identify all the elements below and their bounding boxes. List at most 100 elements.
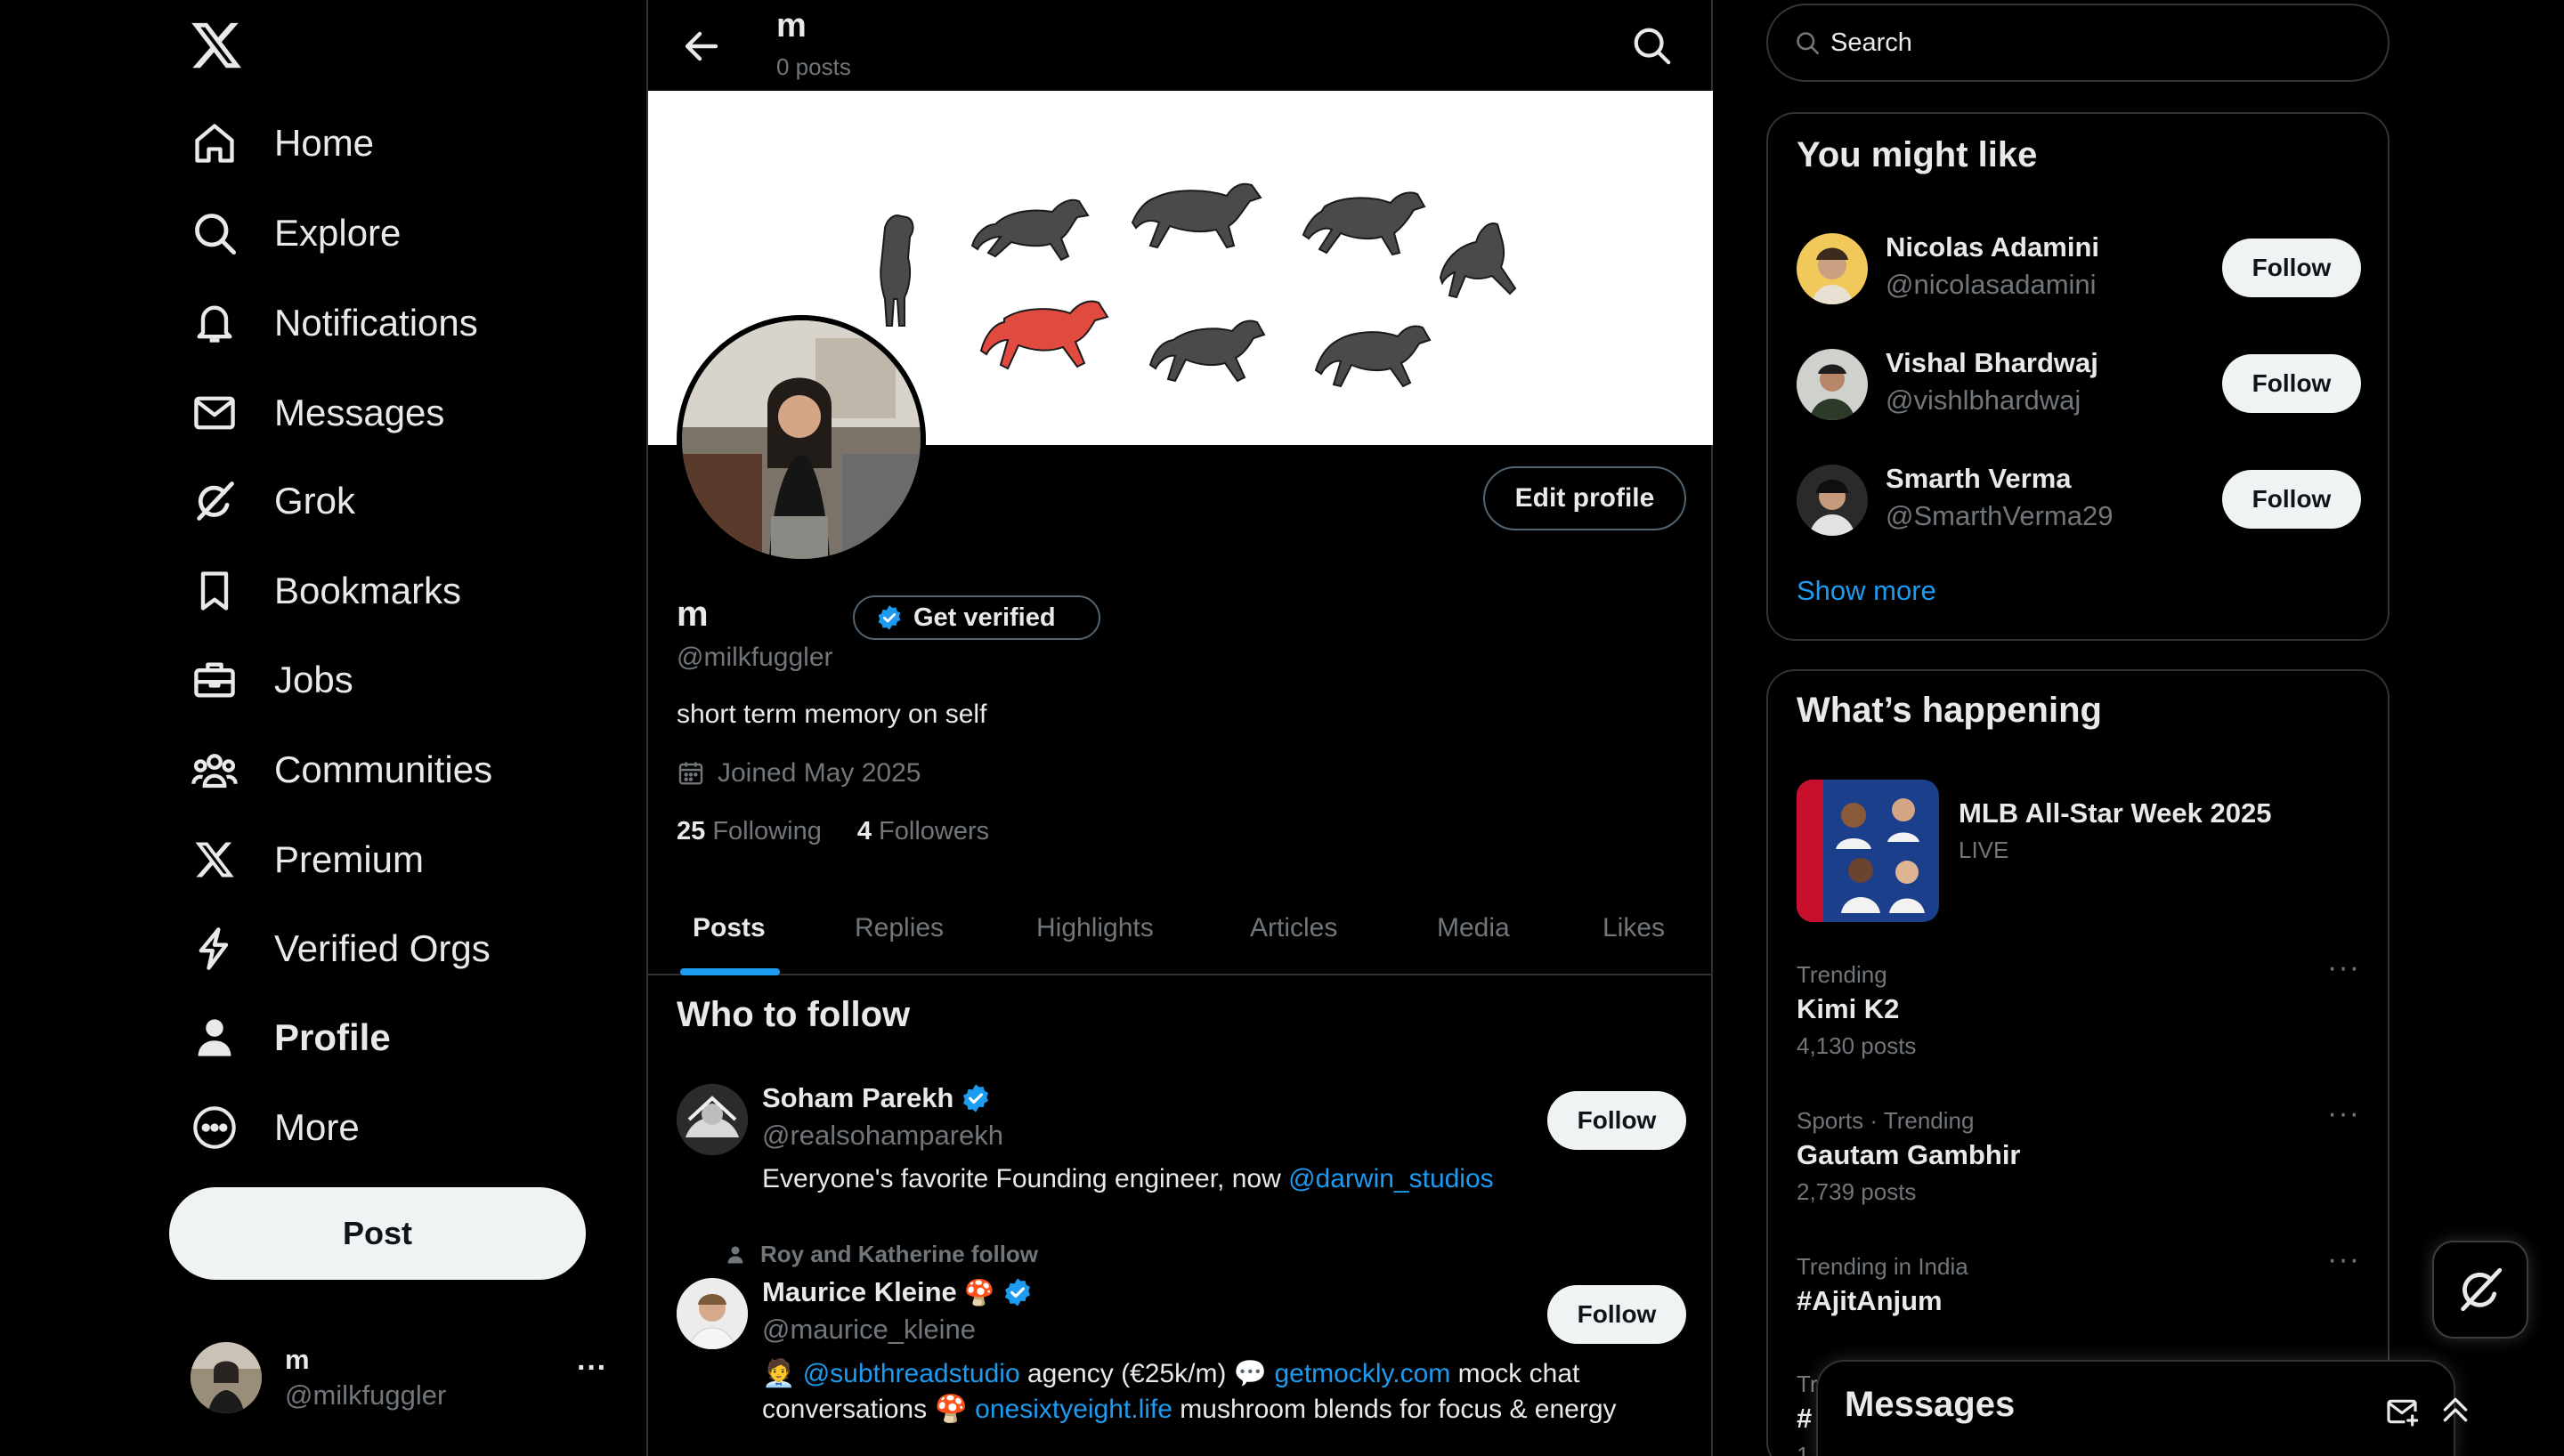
following-link[interactable]: 25 Following (677, 817, 822, 846)
trend-item[interactable]: Trending Kimi K2 4,130 posts ··· (1768, 950, 2388, 1084)
trend-context: Trending in India (1797, 1253, 1968, 1280)
followers-count: 4 (856, 817, 872, 845)
nav-label: Notifications (274, 302, 478, 344)
suggestion-row[interactable]: Smarth Verma @SmarthVerma29 Follow (1768, 449, 2388, 555)
person-icon (191, 1014, 239, 1062)
search-icon[interactable] (1631, 25, 1672, 66)
trend-post-count: 1 (1797, 1442, 1810, 1456)
person-icon (725, 1244, 746, 1266)
suggestion-handle: @nicolasadamini (1886, 269, 2097, 300)
show-more-link[interactable]: Show more (1797, 575, 1936, 607)
briefcase-icon (191, 656, 239, 704)
follow-suggestion[interactable]: Soham Parekh @realsohamparekh Everyone's… (648, 1068, 1713, 1219)
nav-explore[interactable]: Explore (182, 193, 422, 273)
tab-media[interactable]: Media (1437, 881, 1510, 975)
follow-button[interactable]: Follow (2222, 354, 2361, 413)
lightning-icon (191, 925, 239, 973)
followers-link[interactable]: 4 Followers (857, 817, 989, 846)
messages-drawer[interactable]: Messages (1816, 1360, 2468, 1456)
nav-label: Bookmarks (274, 570, 462, 611)
follow-button[interactable]: Follow (2222, 239, 2361, 297)
suggestion-row[interactable]: Nicolas Adamini @nicolasadamini Follow (1768, 217, 2388, 324)
tab-highlights[interactable]: Highlights (1036, 881, 1154, 975)
nav-premium[interactable]: Premium (182, 820, 445, 900)
trend-title: #AjitAnjum (1797, 1285, 1943, 1316)
suggestion-name: Soham Parekh (762, 1082, 954, 1113)
collapse-chevrons-icon[interactable] (2438, 1392, 2473, 1428)
header-posts-count: 0 posts (776, 53, 851, 80)
featured-event[interactable]: MLB All-Star Week 2025 LIVE (1768, 774, 2388, 926)
following-label: Following (712, 817, 822, 845)
get-verified-label: Get verified (913, 603, 1056, 632)
suggestion-name: Vishal Bhardwaj (1886, 347, 2098, 378)
more-dots-icon[interactable]: ··· (2327, 950, 2360, 985)
more-dots-icon[interactable]: ··· (2327, 1242, 2360, 1277)
nav-home[interactable]: Home (182, 103, 395, 183)
suggestion-bio-line-1: 🧑‍💼 @subthreadstudio agency (€25k/m) 💬 g… (762, 1358, 1579, 1389)
nav-jobs[interactable]: Jobs (182, 640, 375, 720)
nav-verified-orgs[interactable]: Verified Orgs (182, 909, 512, 989)
social-context: Roy and Katherine follow (725, 1241, 1038, 1268)
tab-likes[interactable]: Likes (1602, 881, 1665, 975)
back-arrow-icon[interactable] (680, 25, 723, 68)
trend-context: Tr (1797, 1371, 1818, 1397)
grok-floating-button[interactable] (2432, 1241, 2528, 1339)
nav-profile[interactable]: Profile (182, 998, 412, 1078)
header-profile-name: m (776, 7, 807, 44)
nav-label: Profile (274, 1016, 391, 1058)
nav-more[interactable]: More (182, 1088, 381, 1168)
bio-text: Everyone's favorite Founding engineer, n… (762, 1164, 1289, 1193)
follow-button[interactable]: Follow (1547, 1285, 1686, 1344)
x-logo-icon[interactable] (189, 18, 244, 73)
suggestion-name: Smarth Verma (1886, 463, 2072, 494)
bio-mention-link[interactable]: @darwin_studios (1288, 1164, 1494, 1193)
bio-mention-link[interactable]: @subthreadstudio (803, 1359, 1020, 1388)
who-to-follow-title: Who to follow (677, 995, 911, 1034)
suggestion-name: Maurice Kleine (762, 1276, 957, 1307)
account-switcher[interactable]: m @milkfuggler ··· (191, 1339, 618, 1413)
follow-button[interactable]: Follow (1547, 1091, 1686, 1150)
bio-text: mock chat (1450, 1359, 1580, 1388)
get-verified-button[interactable]: Get verified (853, 595, 1100, 640)
avatar (677, 1278, 748, 1349)
bio-url-link[interactable]: onesixtyeight.life (975, 1395, 1172, 1424)
suggestion-name-row: Soham Parekh (762, 1082, 991, 1114)
tab-articles[interactable]: Articles (1250, 881, 1337, 975)
profile-avatar[interactable] (677, 315, 926, 564)
followers-label: Followers (879, 817, 990, 845)
grok-icon (2454, 1264, 2506, 1315)
new-message-icon[interactable] (2384, 1394, 2420, 1429)
bio-url-link[interactable]: getmockly.com (1274, 1359, 1450, 1388)
nav-communities[interactable]: Communities (182, 730, 514, 810)
nav-notifications[interactable]: Notifications (182, 283, 499, 363)
search-field[interactable] (1766, 4, 2390, 82)
nav-bookmarks[interactable]: Bookmarks (182, 551, 483, 631)
bookmark-icon (191, 567, 239, 615)
verified-badge-icon (961, 1083, 991, 1113)
post-button[interactable]: Post (169, 1187, 586, 1280)
suggestion-bio-line-2: conversations 🍄 onesixtyeight.life mushr… (762, 1394, 1617, 1425)
follow-suggestion[interactable]: Roy and Katherine follow Maurice Kleine … (648, 1232, 1713, 1454)
edit-profile-button[interactable]: Edit profile (1483, 466, 1686, 530)
trend-item[interactable]: Trending in India #AjitAnjum ··· (1768, 1242, 2388, 1340)
follow-counts: 25 Following 4 Followers (677, 817, 989, 846)
more-circle-icon (191, 1104, 239, 1152)
active-tab-indicator (680, 968, 780, 975)
event-thumbnail (1797, 780, 1939, 922)
nav-messages[interactable]: Messages (182, 373, 466, 453)
nav-grok[interactable]: Grok (182, 461, 377, 541)
trend-item[interactable]: Sports · Trending Gautam Gambhir 2,739 p… (1768, 1096, 2388, 1230)
people-icon (191, 746, 239, 794)
search-input[interactable] (1830, 28, 2329, 58)
suggestion-row[interactable]: Vishal Bhardwaj @vishlbhardwaj Follow (1768, 333, 2388, 440)
more-dots-icon[interactable]: ··· (577, 1351, 607, 1386)
tab-posts[interactable]: Posts (693, 881, 766, 975)
suggestion-name-row: Maurice Kleine 🍄 (762, 1276, 1033, 1308)
speech-bubble-emoji: 💬 (1233, 1359, 1268, 1388)
tab-replies[interactable]: Replies (855, 881, 944, 975)
more-dots-icon[interactable]: ··· (2327, 1096, 2360, 1131)
you-might-like-title: You might like (1797, 135, 2038, 174)
suggestion-handle: @vishlbhardwaj (1886, 384, 2081, 416)
home-icon (191, 119, 239, 167)
follow-button[interactable]: Follow (2222, 470, 2361, 529)
